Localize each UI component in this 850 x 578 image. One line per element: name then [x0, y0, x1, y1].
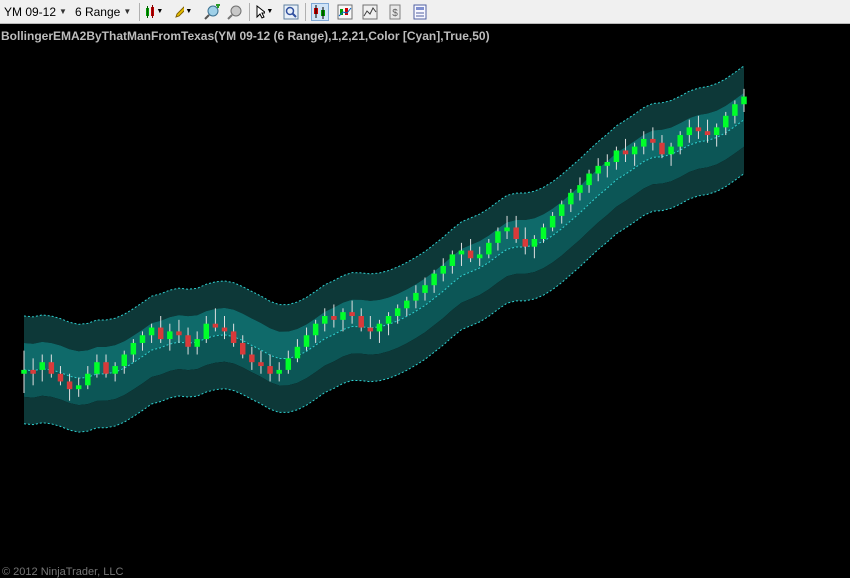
up-candle-body — [486, 242, 492, 255]
up-candle-body — [458, 250, 465, 255]
up-candle-body — [121, 354, 127, 367]
down-candle-body — [358, 316, 364, 328]
down-candle-body — [48, 362, 55, 374]
down-candle-body — [659, 142, 665, 155]
down-candle-body — [367, 327, 374, 332]
indicator-label: BollingerEMA2ByThatManFromTexas(YM 09-12… — [1, 29, 490, 43]
down-candle-body — [185, 335, 191, 347]
up-candle-body — [732, 104, 738, 116]
up-candle-body — [167, 331, 173, 340]
up-candle-body — [394, 308, 401, 316]
up-candle-body — [549, 215, 556, 228]
down-candle-body — [704, 131, 711, 136]
up-candle-body — [376, 323, 383, 332]
up-candle-body — [613, 150, 620, 162]
down-candle-body — [57, 373, 64, 382]
up-candle-body — [75, 385, 82, 390]
up-candle-body — [540, 227, 547, 239]
up-candle-body — [94, 362, 100, 374]
up-candle-body — [413, 292, 419, 301]
down-candle-body — [249, 354, 255, 363]
down-candle-body — [467, 250, 474, 259]
up-candle-body — [558, 204, 565, 216]
down-candle-body — [157, 327, 164, 340]
copyright-text: © 2012 NinjaTrader, LLC — [2, 566, 124, 578]
up-candle-body — [586, 173, 592, 186]
up-candle-body — [294, 346, 301, 359]
up-candle-body — [577, 185, 583, 193]
up-candle-body — [631, 146, 638, 155]
up-candle-body — [340, 312, 346, 320]
up-candle-body — [422, 285, 428, 293]
up-candle-body — [194, 339, 200, 347]
up-candle-body — [504, 227, 510, 232]
up-candle-body — [276, 369, 282, 374]
down-candle-body — [522, 239, 528, 247]
down-candle-body — [221, 327, 228, 332]
up-candle-body — [604, 162, 611, 166]
up-candle-body — [741, 96, 747, 105]
down-candle-body — [240, 342, 246, 355]
up-candle-body — [112, 366, 118, 374]
up-candle-body — [139, 335, 146, 343]
down-candle-body — [267, 366, 273, 374]
price-chart[interactable] — [0, 0, 850, 574]
down-candle-body — [230, 331, 237, 343]
up-candle-body — [431, 273, 437, 286]
down-candle-body — [331, 316, 337, 320]
bollinger-bands — [23, 65, 745, 433]
up-candle-body — [568, 192, 574, 205]
up-candle-body — [385, 316, 392, 324]
up-candle-body — [476, 254, 483, 259]
down-candle-body — [349, 312, 355, 316]
down-candle-body — [66, 381, 73, 390]
up-candle-body — [495, 231, 501, 243]
down-candle-body — [258, 362, 264, 367]
down-candle-body — [176, 331, 182, 336]
up-candle-body — [677, 135, 683, 147]
down-candle-body — [695, 127, 702, 132]
up-candle-body — [85, 373, 91, 386]
up-candle-body — [39, 362, 45, 370]
up-candle-body — [668, 146, 674, 155]
up-candle-body — [449, 254, 456, 266]
up-candle-body — [21, 369, 27, 374]
up-candle-body — [531, 239, 538, 247]
up-candle-body — [713, 127, 720, 136]
down-candle-body — [622, 150, 629, 155]
down-candle-body — [212, 323, 219, 328]
up-candle-body — [723, 115, 729, 128]
up-candle-body — [322, 316, 328, 324]
up-candle-body — [303, 335, 310, 347]
down-candle-body — [30, 369, 36, 374]
up-candle-body — [641, 138, 647, 147]
up-candle-body — [285, 358, 292, 370]
up-candle-body — [686, 127, 693, 136]
down-candle-body — [513, 227, 519, 239]
up-candle-body — [203, 323, 210, 340]
up-candle-body — [130, 342, 137, 355]
up-candle-body — [440, 265, 446, 274]
down-candle-body — [103, 362, 109, 374]
up-candle-body — [404, 300, 410, 309]
up-candle-body — [148, 327, 155, 336]
up-candle-body — [312, 323, 319, 336]
down-candle-body — [650, 138, 656, 143]
up-candle-body — [595, 165, 601, 174]
